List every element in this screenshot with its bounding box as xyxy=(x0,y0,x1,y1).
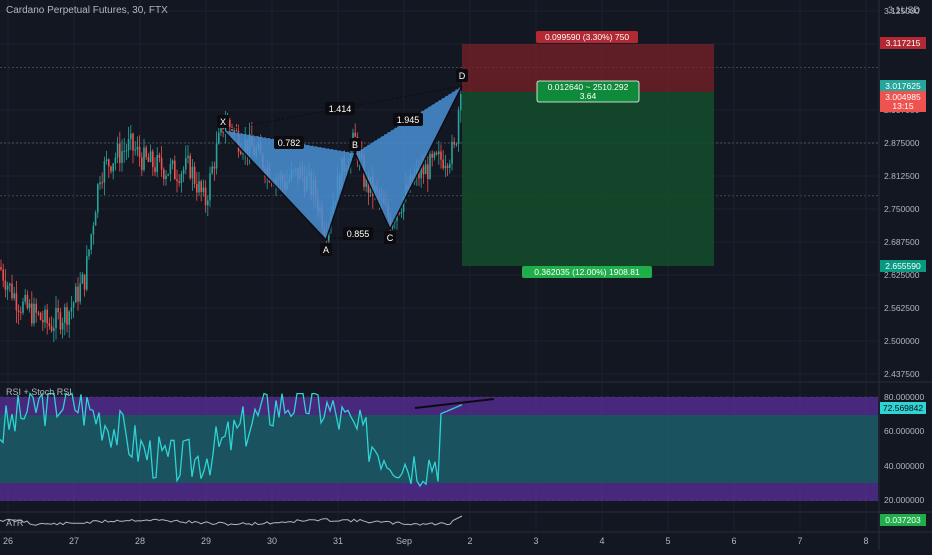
time-tick: 29 xyxy=(201,536,211,546)
time-tick: 31 xyxy=(333,536,343,546)
price-tick: 2.500000 xyxy=(884,336,920,346)
svg-text:1.414: 1.414 xyxy=(329,104,352,114)
time-tick: 8 xyxy=(863,536,868,546)
stop-label: 0.099590 (3.30%) 750 xyxy=(536,31,638,43)
svg-text:13:15: 13:15 xyxy=(892,101,914,111)
price-tick: 2.812500 xyxy=(884,171,920,181)
rsi-title: RSI + Stoch RSI xyxy=(6,387,72,397)
time-tick: 6 xyxy=(731,536,736,546)
chart-stage: X A B C D 1.414 0.782 1.945 0.855 0.0995… xyxy=(0,0,932,550)
time-tick: 27 xyxy=(69,536,79,546)
ratio-label-xd: 1.414 xyxy=(325,102,355,115)
rsi-tick: 40.000000 xyxy=(884,461,924,471)
ratio-label-xb: 0.782 xyxy=(274,136,304,149)
rsi-tick: 60.000000 xyxy=(884,426,924,436)
price-tick: 2.687500 xyxy=(884,237,920,247)
target-zone[interactable] xyxy=(462,92,714,266)
ratio-label-ac: 0.855 xyxy=(343,227,373,240)
svg-text:0.037203: 0.037203 xyxy=(885,515,921,525)
time-tick: 28 xyxy=(135,536,145,546)
time-tick: 26 xyxy=(3,536,13,546)
price-tick: 2.437500 xyxy=(884,369,920,379)
rsi-tick: 80.000000 xyxy=(884,392,924,402)
time-tick: 7 xyxy=(797,536,802,546)
chart-svg[interactable]: X A B C D 1.414 0.782 1.945 0.855 0.0995… xyxy=(0,0,932,550)
rsi-tick: 20.000000 xyxy=(884,495,924,505)
svg-text:0.362035 (12.00%) 1908.81: 0.362035 (12.00%) 1908.81 xyxy=(534,267,640,277)
time-tick: Sep xyxy=(396,536,412,546)
svg-text:B: B xyxy=(352,140,358,150)
svg-text:1.945: 1.945 xyxy=(397,115,420,125)
svg-text:3.017625: 3.017625 xyxy=(885,81,921,91)
time-tick: 5 xyxy=(665,536,670,546)
svg-text:0.099590 (3.30%) 750: 0.099590 (3.30%) 750 xyxy=(545,32,629,42)
price-tick: 2.750000 xyxy=(884,204,920,214)
price-tick: 2.562500 xyxy=(884,303,920,313)
point-x: X xyxy=(217,115,229,128)
time-tick: 4 xyxy=(599,536,604,546)
point-c: C xyxy=(384,231,396,244)
svg-text:3.117215: 3.117215 xyxy=(886,38,921,48)
svg-text:0.855: 0.855 xyxy=(347,229,370,239)
time-tick: 2 xyxy=(467,536,472,546)
currency-label: USD xyxy=(901,5,921,15)
svg-text:0.782: 0.782 xyxy=(278,138,301,148)
atr-line xyxy=(0,515,463,526)
axis-top-partial: 3.1 xyxy=(888,5,901,15)
svg-text:3.64: 3.64 xyxy=(580,91,597,101)
rsi-pane[interactable]: RSI + Stoch RSI xyxy=(0,387,878,501)
rsi-oversold-band xyxy=(0,483,878,501)
price-tick: 2.875000 xyxy=(884,138,920,148)
target-label: 0.362035 (12.00%) 1908.81 xyxy=(522,266,652,278)
point-b: B xyxy=(349,138,361,151)
time-tick: 30 xyxy=(267,536,277,546)
atr-title: ATR xyxy=(6,518,24,528)
svg-text:X: X xyxy=(220,117,226,127)
ratio-label-bd: 1.945 xyxy=(393,113,423,126)
time-tick: 3 xyxy=(533,536,538,546)
time-axis[interactable]: 26 27 28 29 30 31 Sep 2 3 4 5 6 7 8 xyxy=(3,536,869,546)
atr-pane[interactable]: ATR xyxy=(0,515,463,528)
svg-text:A: A xyxy=(323,245,329,255)
svg-text:72.569842: 72.569842 xyxy=(883,403,923,413)
svg-text:2.655590: 2.655590 xyxy=(885,261,921,271)
svg-text:D: D xyxy=(459,71,466,81)
symbol-title: Cardano Perpetual Futures, 30, FTX xyxy=(6,5,168,16)
svg-text:C: C xyxy=(387,233,394,243)
price-axis-labels: 3.117215 3.017625 3.00498513:15 2.655590… xyxy=(880,37,926,526)
point-d: D xyxy=(456,69,468,82)
pattern-bcd xyxy=(355,86,462,229)
entry-label: 0.012640 ~ 2510.2923.64 xyxy=(536,80,640,103)
point-a: A xyxy=(320,243,332,256)
